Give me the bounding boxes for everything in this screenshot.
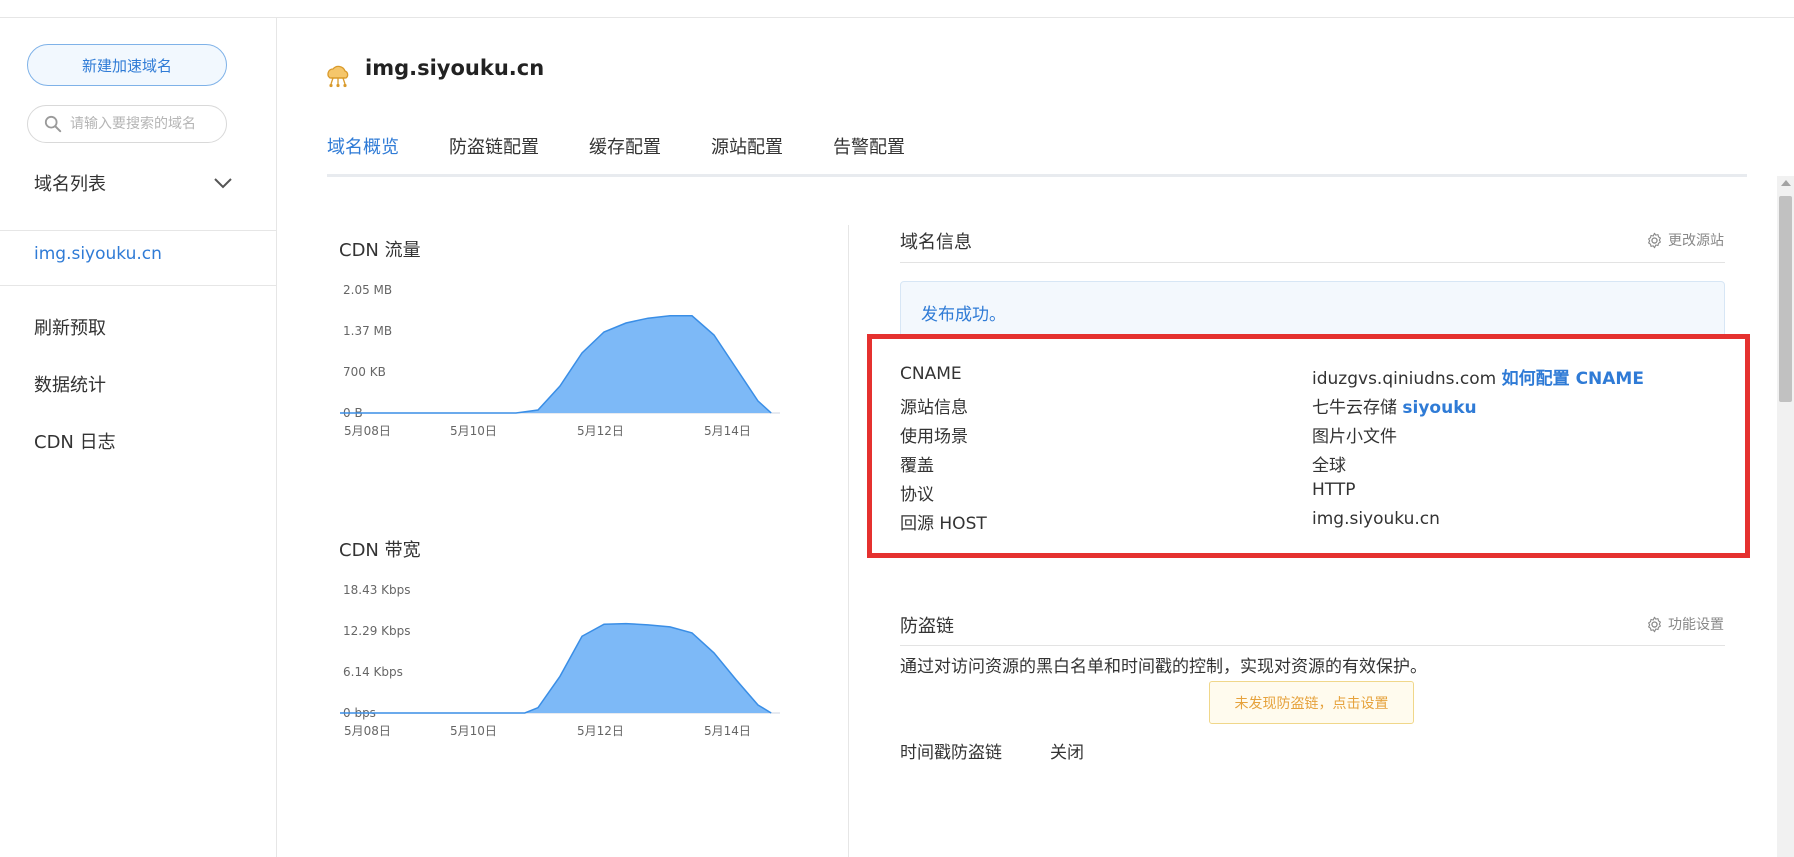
info-label-host: 回源 HOST xyxy=(900,514,987,534)
tab-alert[interactable]: 告警配置 xyxy=(833,133,905,177)
sidebar-divider xyxy=(0,230,277,231)
traffic-chart: 2.05 MB1.37 MB700 KB0 B5月08日 5月10日 5月12日 5月… xyxy=(340,283,780,438)
bandwidth-chart-title: CDN 带宽 xyxy=(339,540,421,561)
info-label-cname: CNAME xyxy=(900,364,962,384)
gear-icon xyxy=(1648,232,1661,248)
x-tick-label: 5月12日 xyxy=(577,424,624,438)
bandwidth-chart: 18.43 Kbps12.29 Kbps6.14 Kbps0 bps5月08日 5… xyxy=(340,583,780,738)
tab-bar: 域名概览 防盗链配置 缓存配置 源站配置 告警配置 xyxy=(327,133,955,177)
info-label-scene: 使用场景 xyxy=(900,427,968,447)
x-tick-label: 5月10日 xyxy=(450,724,497,738)
scrollbar-thumb[interactable] xyxy=(1779,196,1792,402)
section-divider xyxy=(900,645,1725,646)
info-value-host: img.siyouku.cn xyxy=(1312,509,1440,529)
x-tick-label: 5月14日 xyxy=(704,724,751,738)
info-label-coverage: 覆盖 xyxy=(900,456,934,476)
gear-icon xyxy=(1648,616,1661,632)
timestamp-hotlink-label: 时间戳防盗链 xyxy=(900,743,1002,763)
timestamp-hotlink-value: 关闭 xyxy=(1050,743,1084,763)
origin-value: 七牛云存储 xyxy=(1312,398,1397,418)
tab-overview[interactable]: 域名概览 xyxy=(327,133,399,177)
y-tick-label: 700 KB xyxy=(343,365,386,379)
sidebar-item-active-domain[interactable]: img.siyouku.cn xyxy=(34,244,162,264)
tab-hotlink[interactable]: 防盗链配置 xyxy=(449,133,539,177)
change-origin-label: 更改源站 xyxy=(1668,233,1724,249)
hotlink-settings-label: 功能设置 xyxy=(1668,617,1724,633)
y-tick-label: 12.29 Kbps xyxy=(343,624,411,638)
publish-status-banner: 发布成功。 xyxy=(900,281,1725,339)
x-tick-label: 5月12日 xyxy=(577,724,624,738)
search-input[interactable] xyxy=(70,116,220,132)
cname-value: iduzgvs.qiniudns.com xyxy=(1312,369,1497,389)
info-value-coverage: 全球 xyxy=(1312,456,1346,476)
setup-hotlink-button[interactable]: 未发现防盗链，点击设置 xyxy=(1209,681,1414,724)
info-value-cname: iduzgvs.qiniudns.com 如何配置 CNAME xyxy=(1312,364,1644,389)
chevron-down-icon xyxy=(214,178,232,189)
info-value-scene: 图片小文件 xyxy=(1312,427,1397,447)
page-title: img.siyouku.cn xyxy=(365,56,545,80)
area-fill xyxy=(340,315,772,413)
column-divider xyxy=(848,225,849,857)
traffic-chart-title: CDN 流量 xyxy=(339,240,421,261)
sidebar-item-stats[interactable]: 数据统计 xyxy=(34,371,106,397)
section-divider xyxy=(900,262,1725,263)
origin-bucket-link[interactable]: siyouku xyxy=(1402,398,1476,418)
change-origin-link[interactable]: 更改源站 xyxy=(1646,230,1724,250)
y-tick-label: 6.14 Kbps xyxy=(343,665,403,679)
tab-underline xyxy=(327,174,1747,177)
y-tick-label: 1.37 MB xyxy=(343,324,392,338)
info-value-protocol: HTTP xyxy=(1312,480,1356,500)
domain-info-title: 域名信息 xyxy=(900,232,972,253)
sidebar-item-cdn-log[interactable]: CDN 日志 xyxy=(34,428,116,454)
info-value-origin: 七牛云存储 siyouku xyxy=(1312,393,1477,418)
y-tick-label: 18.43 Kbps xyxy=(343,583,411,597)
hotlink-settings-link[interactable]: 功能设置 xyxy=(1646,614,1724,634)
domain-list-toggle[interactable]: 域名列表 xyxy=(34,170,234,196)
domain-list-label: 域名列表 xyxy=(34,174,106,195)
info-label-protocol: 协议 xyxy=(900,485,934,505)
cname-howto-link[interactable]: 如何配置 CNAME xyxy=(1502,369,1644,389)
tab-origin[interactable]: 源站配置 xyxy=(711,133,783,177)
x-tick-label: 5月14日 xyxy=(704,424,751,438)
hotlink-description: 通过对访问资源的黑白名单和时间戳的控制，实现对资源的有效保护。 xyxy=(900,657,1427,677)
tab-cache[interactable]: 缓存配置 xyxy=(589,133,661,177)
scroll-up-arrow[interactable] xyxy=(1781,180,1791,186)
domain-search-box[interactable] xyxy=(27,105,227,143)
x-tick-label: 5月08日 xyxy=(344,724,391,738)
sidebar: 新建加速域名 域名列表 img.siyouku.cn 刷新预取 数据统计 CDN… xyxy=(0,18,277,857)
cloud-cdn-icon xyxy=(327,65,349,88)
x-tick-label: 5月10日 xyxy=(450,424,497,438)
new-domain-button[interactable]: 新建加速域名 xyxy=(27,44,227,86)
sidebar-item-refresh[interactable]: 刷新预取 xyxy=(34,314,106,340)
y-tick-label: 2.05 MB xyxy=(343,283,392,297)
search-icon xyxy=(44,115,62,133)
x-tick-label: 5月08日 xyxy=(344,424,391,438)
sidebar-divider xyxy=(0,285,277,286)
info-label-origin: 源站信息 xyxy=(900,398,968,418)
hotlink-title: 防盗链 xyxy=(900,616,954,637)
